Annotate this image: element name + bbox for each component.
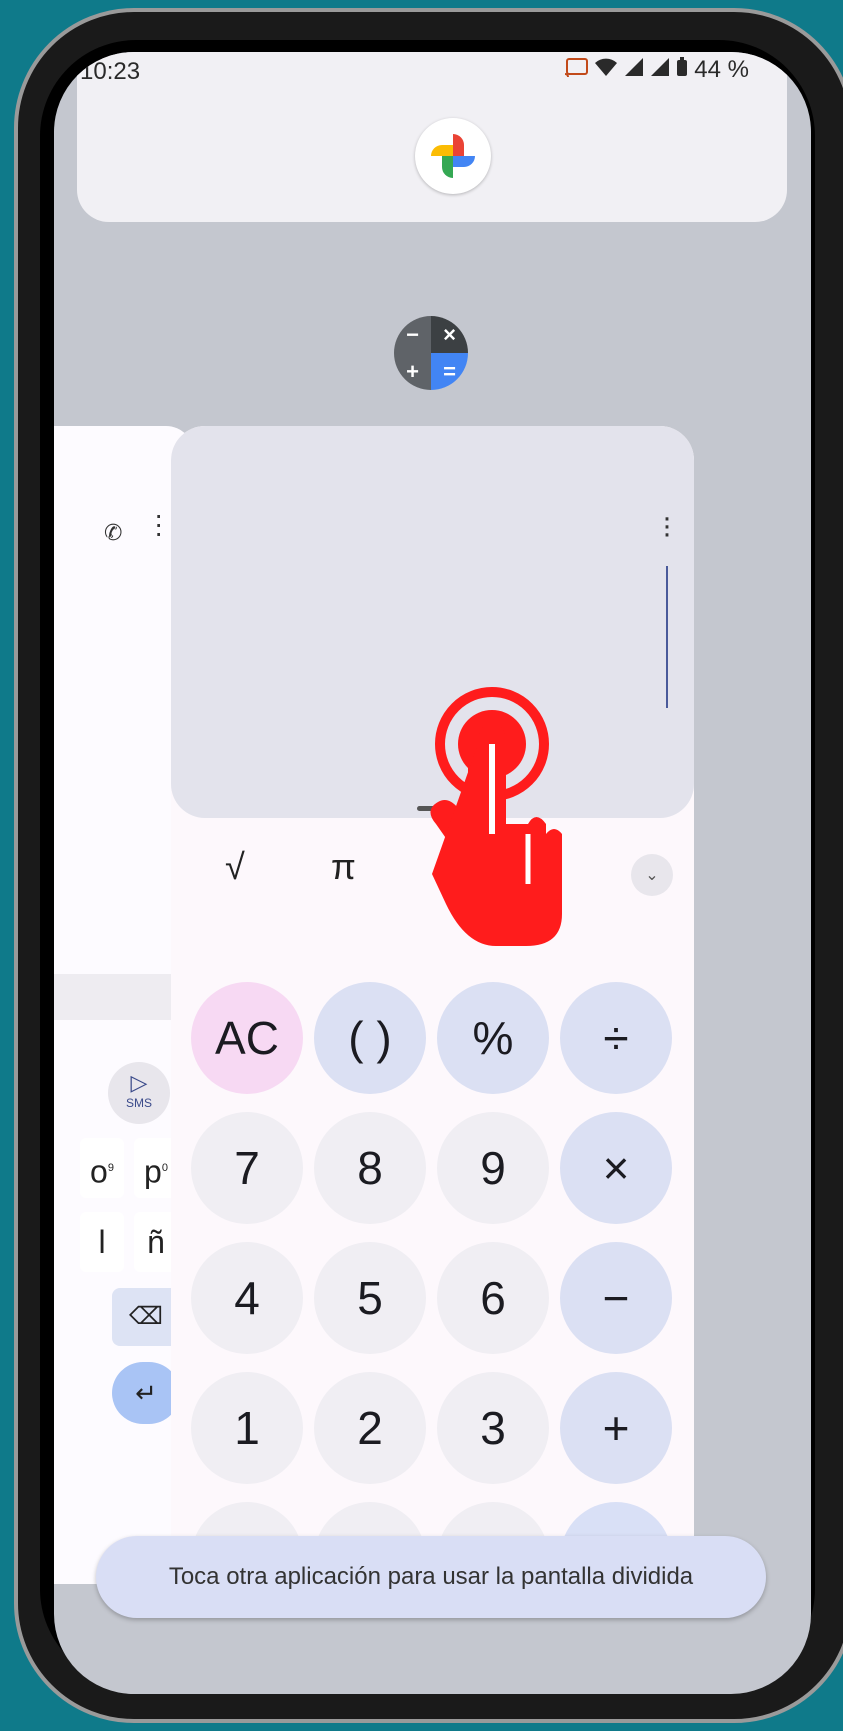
calculator-app-icon[interactable]: − × + = (394, 316, 468, 390)
more-menu-icon[interactable]: · · · (662, 503, 672, 549)
digit-4-button[interactable]: 4 (191, 1242, 303, 1354)
more-menu-icon[interactable]: · · · (154, 501, 163, 547)
send-sms-label: SMS (125, 1096, 152, 1110)
call-icon: ✆ (104, 520, 123, 545)
percent-button[interactable]: % (437, 982, 549, 1094)
key-l[interactable]: l (80, 1212, 124, 1272)
enter-key[interactable]: ↵ (112, 1362, 180, 1424)
digit-3-button[interactable]: 3 (437, 1372, 549, 1484)
cast-icon (564, 56, 589, 84)
backspace-key[interactable]: ⌫ (112, 1288, 180, 1346)
split-screen-toast: Toca otra aplicación para usar la pantal… (96, 1536, 766, 1618)
sqrt-key[interactable]: √ (225, 846, 245, 888)
text-cursor (666, 566, 668, 708)
send-sms-button[interactable]: ▷ SMS (108, 1062, 170, 1124)
expand-scientific-button[interactable]: ⌄ (631, 854, 673, 896)
parentheses-button[interactable]: ( ) (314, 982, 426, 1094)
digit-5-button[interactable]: 5 (314, 1242, 426, 1354)
status-bar: 10:23 44 % (54, 52, 811, 92)
digit-8-button[interactable]: 8 (314, 1112, 426, 1224)
send-icon: ▷ (130, 1070, 148, 1095)
pinwheel-icon (431, 134, 475, 178)
photos-app-icon[interactable] (415, 118, 491, 194)
chevron-down-icon: ⌄ (645, 867, 659, 884)
digit-6-button[interactable]: 6 (437, 1242, 549, 1354)
digit-1-button[interactable]: 1 (191, 1372, 303, 1484)
status-time: 10:23 (80, 58, 141, 85)
enter-icon: ↵ (135, 1378, 157, 1408)
recent-app-card-calculator[interactable]: ··· √ π ^ ⌄ AC ( ) % ÷ 7 8 9 × 4 5 6 − 1… (171, 426, 694, 1606)
backspace-icon: ⌫ (129, 1303, 163, 1330)
wifi-icon (594, 56, 618, 84)
status-icons: 44 % (564, 56, 749, 84)
battery-level: 44 % (694, 56, 749, 83)
plus-button[interactable]: + (560, 1372, 672, 1484)
digit-2-button[interactable]: 2 (314, 1372, 426, 1484)
battery-icon (676, 56, 688, 84)
minus-button[interactable]: − (560, 1242, 672, 1354)
key-o[interactable]: o9 (80, 1138, 124, 1198)
signal-icon (624, 56, 644, 84)
digit-7-button[interactable]: 7 (191, 1112, 303, 1224)
pi-key[interactable]: π (331, 846, 356, 888)
multiply-button[interactable]: × (560, 1112, 672, 1224)
clear-all-button[interactable]: AC (191, 982, 303, 1094)
digit-9-button[interactable]: 9 (437, 1112, 549, 1224)
tap-gesture-hand-icon (430, 687, 562, 946)
signal-roaming-icon (650, 56, 670, 84)
divide-button[interactable]: ÷ (560, 982, 672, 1094)
